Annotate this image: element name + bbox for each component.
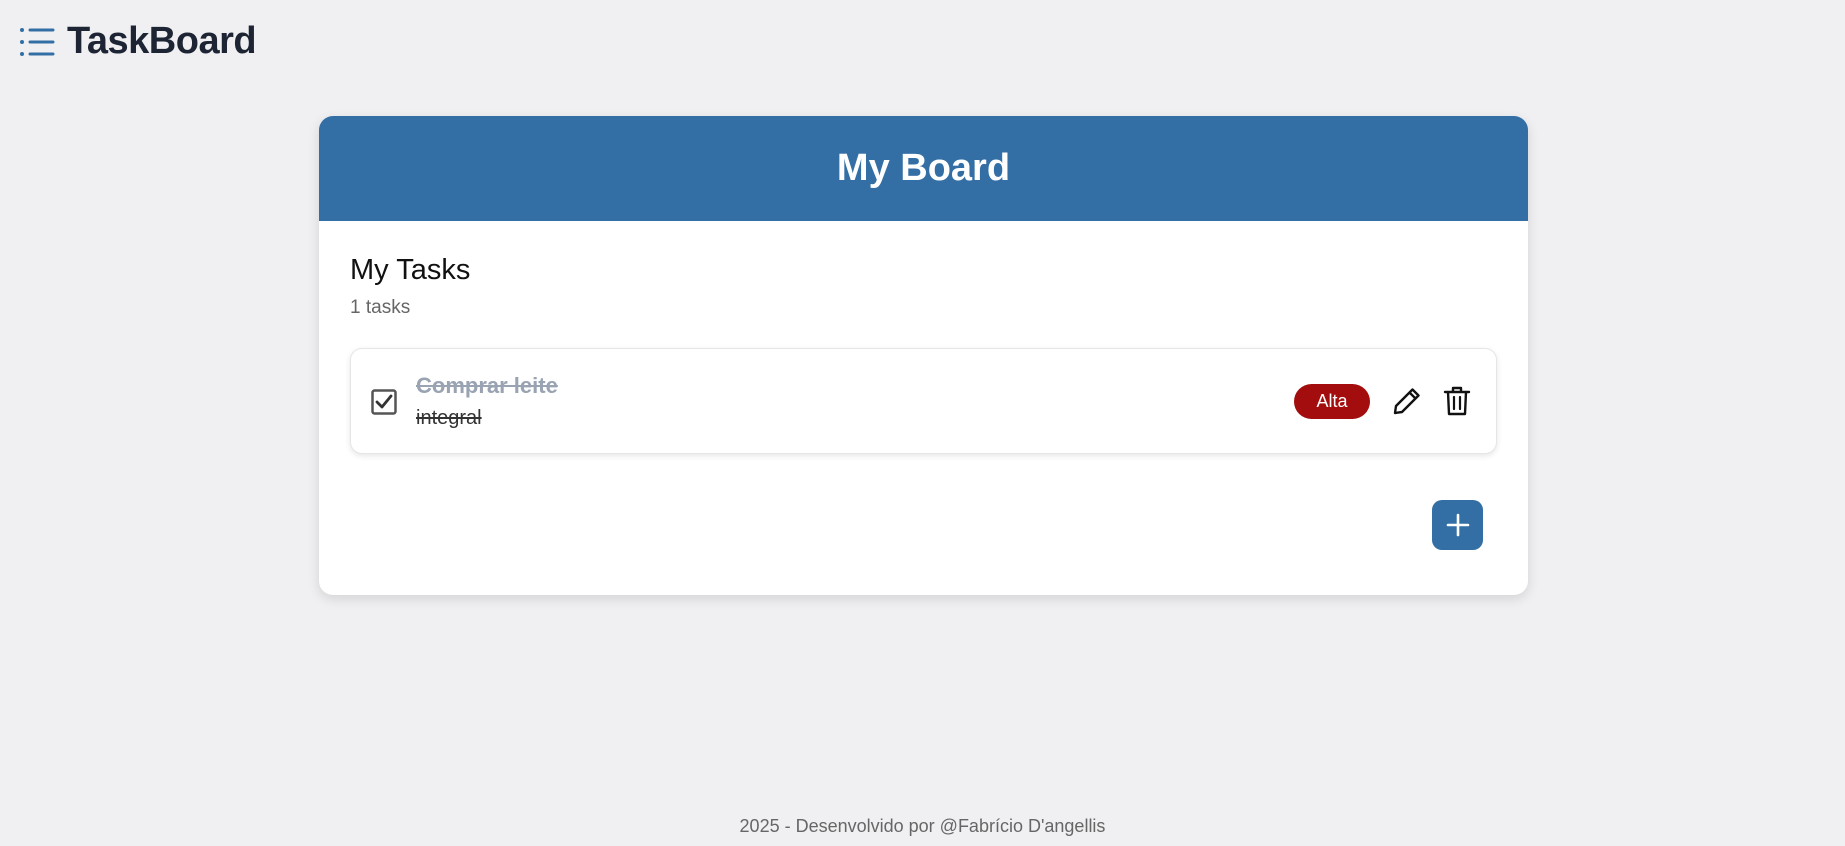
add-task-button[interactable] (1432, 500, 1483, 550)
app-title: TaskBoard (67, 20, 257, 62)
board-card: My Board My Tasks 1 tasks Comprar leite … (319, 116, 1528, 595)
plus-icon (1446, 513, 1469, 537)
task-description: integral (416, 407, 482, 429)
trash-icon[interactable] (1443, 385, 1471, 417)
task-checkbox[interactable] (371, 389, 397, 415)
board-header: My Board (319, 116, 1528, 221)
footer: 2025 - Desenvolvido por @Fabrício D'ange… (739, 816, 1106, 836)
list-icon[interactable] (19, 25, 55, 59)
task-title: Comprar leite (416, 373, 558, 398)
priority-badge: Alta (1294, 384, 1370, 419)
section-title: My Tasks (350, 254, 471, 286)
task-card: Comprar leite integral Alta (350, 348, 1497, 454)
board-title: My Board (836, 147, 1011, 189)
page: TaskBoard My Board My Tasks 1 tasks Comp… (0, 0, 1845, 846)
app-header: TaskBoard (19, 20, 257, 63)
pencil-icon[interactable] (1391, 385, 1423, 417)
task-count: 1 tasks (350, 297, 411, 318)
